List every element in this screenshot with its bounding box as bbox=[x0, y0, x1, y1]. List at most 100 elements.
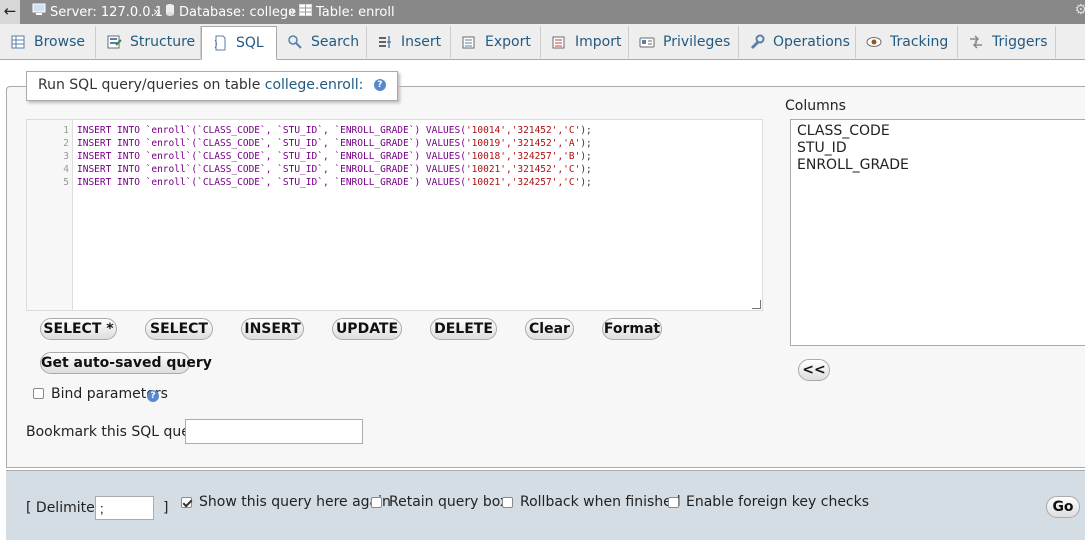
show-query-label: Show this query here again bbox=[199, 494, 391, 510]
tab-operations[interactable]: Operations bbox=[739, 26, 856, 58]
tab-structure[interactable]: Structure bbox=[96, 26, 201, 58]
sql-editor[interactable]: 1 2 3 4 5 INSERT INTO `enroll`(`CLASS_CO… bbox=[26, 119, 763, 311]
tab-import[interactable]: Import bbox=[541, 26, 629, 58]
insert-button[interactable]: INSERT bbox=[241, 318, 304, 340]
search-icon bbox=[287, 34, 303, 50]
query-panel-legend: Run SQL query/queries on table college.e… bbox=[26, 71, 398, 101]
tab-label: Browse bbox=[34, 34, 85, 50]
eye-icon bbox=[866, 34, 882, 50]
line-number: 2 bbox=[63, 138, 69, 149]
help-icon[interactable]: ? bbox=[373, 79, 386, 91]
select-button[interactable]: SELECT bbox=[145, 318, 213, 340]
insert-icon bbox=[377, 34, 393, 50]
bookmark-input[interactable] bbox=[185, 419, 363, 444]
code-prefix: INSERT INTO `enroll`(`CLASS_CODE`, `STU_… bbox=[77, 138, 466, 149]
rollback-checkbox[interactable] bbox=[502, 497, 513, 508]
tab-browse[interactable]: Browse bbox=[0, 26, 96, 58]
tab-label: Export bbox=[485, 34, 531, 50]
select-star-button[interactable]: SELECT * bbox=[40, 318, 117, 340]
code-line: INSERT INTO `enroll`(`CLASS_CODE`, `STU_… bbox=[77, 125, 592, 136]
code-line: INSERT INTO `enroll`(`CLASS_CODE`, `STU_… bbox=[77, 177, 592, 188]
tab-label: Insert bbox=[401, 34, 442, 50]
tab-label: Structure bbox=[130, 34, 196, 50]
wrench-icon bbox=[749, 34, 765, 50]
tab-label: Search bbox=[311, 34, 360, 50]
tab-label: Tracking bbox=[890, 34, 949, 50]
import-icon bbox=[551, 34, 567, 50]
breadcrumb-server[interactable]: Server: 127.0.0.1 bbox=[32, 3, 163, 21]
show-query-checkbox[interactable] bbox=[181, 497, 192, 508]
code-suffix: ); bbox=[580, 151, 592, 162]
breadcrumb-database-label: Database: college bbox=[179, 4, 297, 20]
code-values: '10021','321452','C' bbox=[465, 164, 581, 175]
tab-bar: Browse Structure SQL Search Insert Expor… bbox=[0, 24, 1085, 60]
line-number: 5 bbox=[63, 177, 69, 188]
tab-triggers[interactable]: Triggers bbox=[958, 26, 1056, 58]
delimiter-input[interactable] bbox=[95, 496, 154, 520]
breadcrumb-database[interactable]: Database: college bbox=[165, 3, 296, 21]
get-auto-saved-query-button[interactable]: Get auto-saved query bbox=[40, 352, 212, 374]
structure-icon bbox=[106, 34, 122, 50]
export-icon bbox=[461, 34, 477, 50]
columns-title: Columns bbox=[785, 98, 846, 114]
format-button[interactable]: Format bbox=[602, 318, 662, 340]
code-line: INSERT INTO `enroll`(`CLASS_CODE`, `STU_… bbox=[77, 151, 592, 162]
server-icon bbox=[32, 3, 46, 21]
table-icon bbox=[299, 3, 312, 21]
breadcrumb: ← Server: 127.0.0.1 » Database: college … bbox=[0, 0, 1085, 24]
retain-query-box-label: Retain query box bbox=[389, 494, 509, 510]
code-prefix: INSERT INTO `enroll`(`CLASS_CODE`, `STU_… bbox=[77, 125, 466, 136]
line-number: 1 bbox=[63, 125, 69, 136]
tab-privileges[interactable]: Privileges bbox=[629, 26, 739, 58]
go-button[interactable]: Go bbox=[1046, 496, 1080, 518]
code-values: '10021','324257','C' bbox=[465, 177, 581, 188]
code-suffix: ); bbox=[580, 177, 592, 188]
foreign-key-checks-label: Enable foreign key checks bbox=[686, 494, 870, 510]
column-option[interactable]: CLASS_CODE bbox=[797, 123, 1083, 140]
code-prefix: INSERT INTO `enroll`(`CLASS_CODE`, `STU_… bbox=[77, 151, 466, 162]
code-values: '10018','324257','B' bbox=[465, 151, 581, 162]
tab-label: Privileges bbox=[663, 34, 731, 50]
code-line: INSERT INTO `enroll`(`CLASS_CODE`, `STU_… bbox=[77, 164, 592, 175]
delete-button[interactable]: DELETE bbox=[430, 318, 497, 340]
code-line: INSERT INTO `enroll`(`CLASS_CODE`, `STU_… bbox=[77, 138, 592, 149]
tab-export[interactable]: Export bbox=[451, 26, 541, 58]
database-icon bbox=[165, 3, 175, 21]
help-icon[interactable]: ? bbox=[147, 390, 159, 402]
line-number-gutter: 1 2 3 4 5 bbox=[27, 120, 73, 310]
line-number: 4 bbox=[63, 164, 69, 175]
code-suffix: ); bbox=[580, 125, 592, 136]
update-button[interactable]: UPDATE bbox=[332, 318, 402, 340]
legend-prefix: Run SQL query/queries on table bbox=[38, 77, 261, 93]
column-option[interactable]: STU_ID bbox=[797, 140, 1083, 157]
tab-label: Import bbox=[575, 34, 622, 50]
code-suffix: ); bbox=[580, 138, 592, 149]
column-option[interactable]: ENROLL_GRADE bbox=[797, 157, 1083, 174]
delimiter-close: ] bbox=[163, 500, 169, 516]
gear-icon[interactable]: ⚙ bbox=[1074, 2, 1085, 18]
retain-query-box-checkbox[interactable] bbox=[371, 497, 382, 508]
breadcrumb-separator: » bbox=[288, 4, 296, 20]
bind-parameters-checkbox[interactable] bbox=[33, 388, 44, 399]
insert-column-button[interactable]: << bbox=[798, 359, 830, 381]
legend-table-name: college.enroll: bbox=[264, 77, 364, 93]
tab-insert[interactable]: Insert bbox=[367, 26, 451, 58]
delimiter-label: [ Delimiter bbox=[26, 500, 101, 516]
bookmark-label: Bookmark this SQL query: bbox=[26, 424, 208, 440]
clear-button[interactable]: Clear bbox=[525, 318, 574, 340]
back-arrow-icon[interactable]: ← bbox=[0, 0, 20, 24]
resize-handle-icon[interactable] bbox=[752, 300, 761, 309]
sql-icon bbox=[212, 35, 228, 51]
tab-search[interactable]: Search bbox=[277, 26, 367, 58]
code-values: '10019','321452','A' bbox=[465, 138, 581, 149]
code-prefix: INSERT INTO `enroll`(`CLASS_CODE`, `STU_… bbox=[77, 164, 466, 175]
columns-list[interactable]: CLASS_CODE STU_ID ENROLL_GRADE bbox=[790, 119, 1085, 346]
foreign-key-checks-checkbox[interactable] bbox=[668, 497, 679, 508]
breadcrumb-server-label: Server: 127.0.0.1 bbox=[50, 4, 163, 20]
tab-tracking[interactable]: Tracking bbox=[856, 26, 958, 58]
line-number: 3 bbox=[63, 151, 69, 162]
tab-sql[interactable]: SQL bbox=[201, 26, 277, 60]
breadcrumb-separator: » bbox=[153, 4, 161, 20]
breadcrumb-table[interactable]: Table: enroll bbox=[299, 3, 395, 21]
tab-label: Triggers bbox=[992, 34, 1048, 50]
